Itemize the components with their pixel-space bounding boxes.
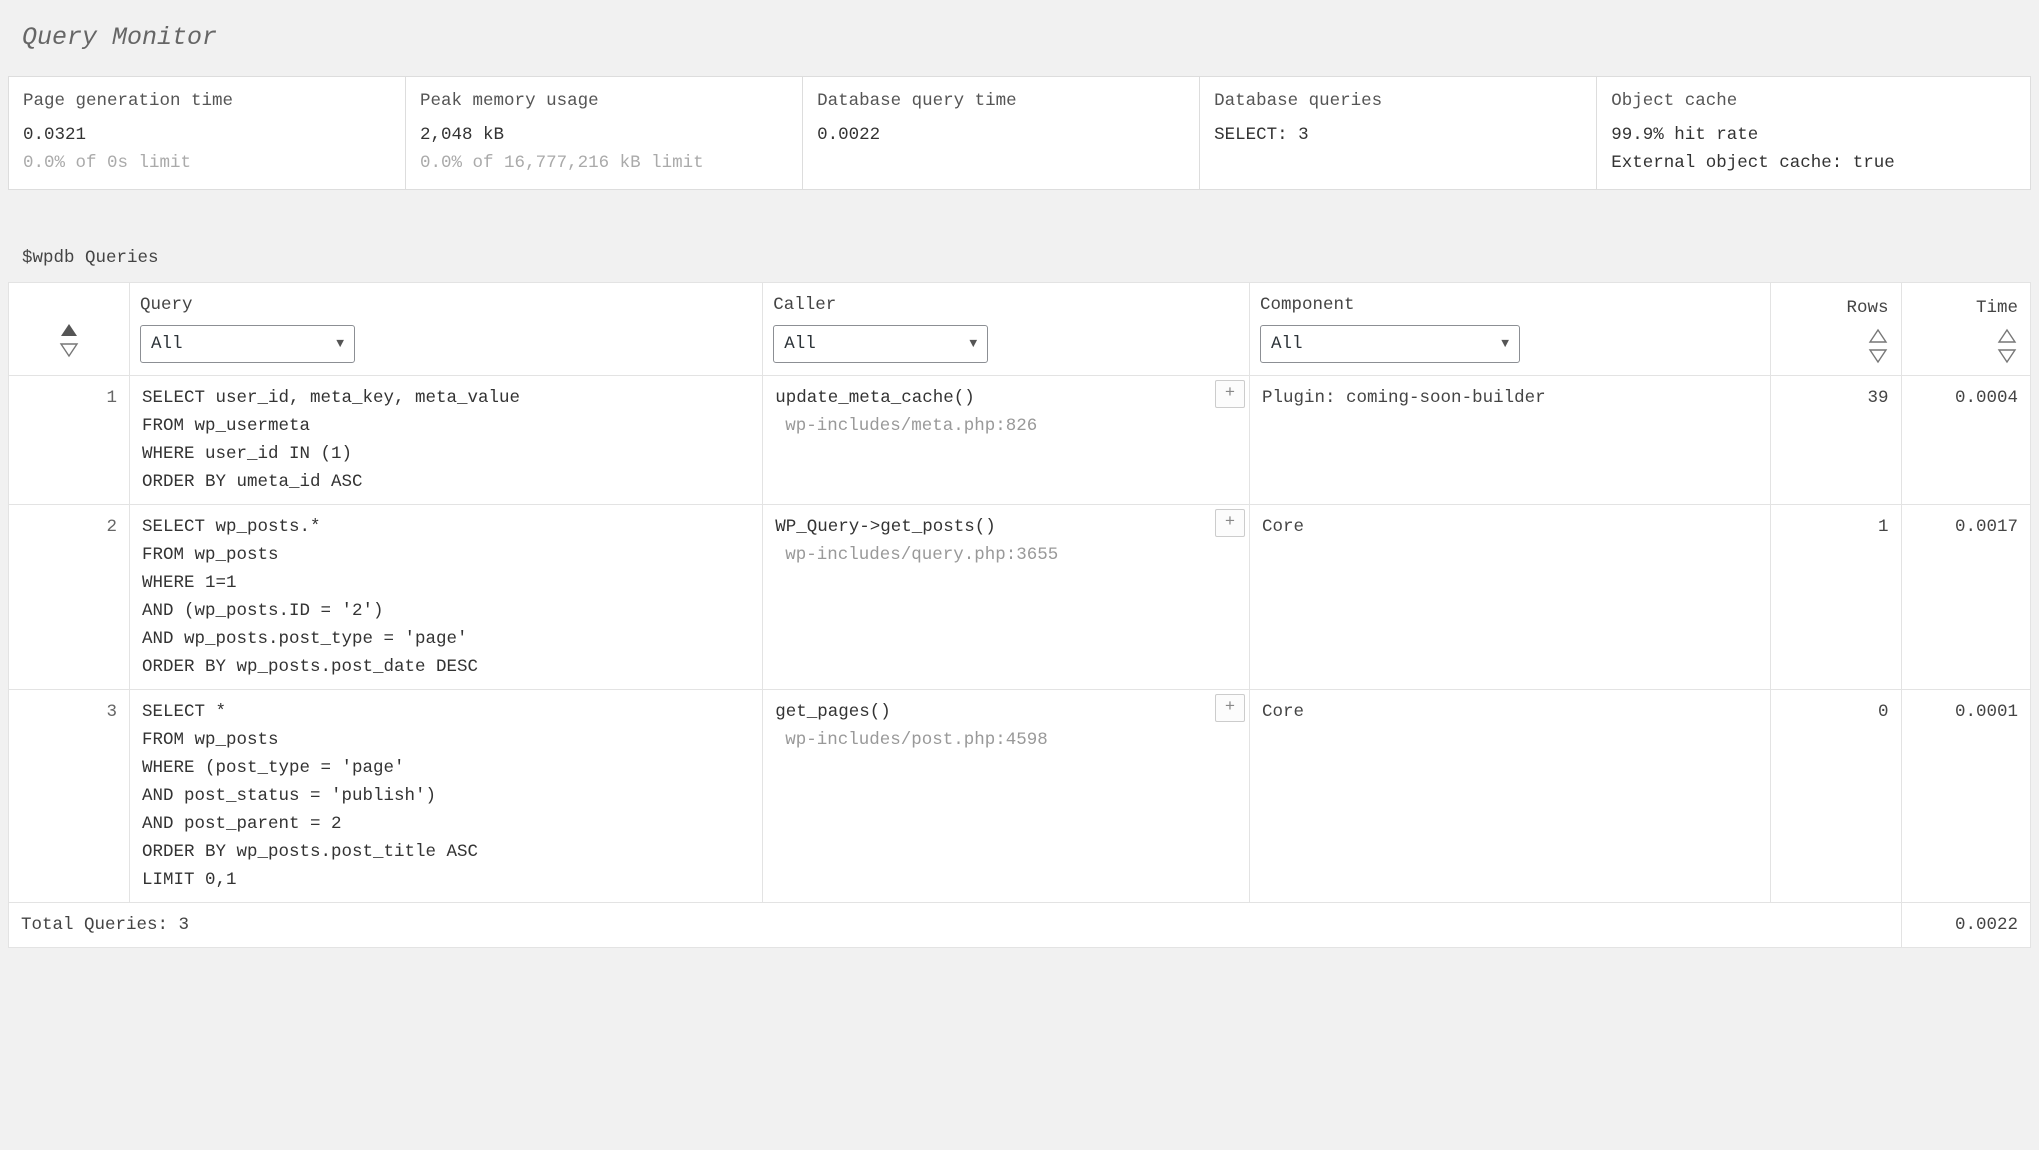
caller-cell: get_pages()wp-includes/post.php:4598 + xyxy=(763,690,1250,903)
summary-value: 99.9% hit rate xyxy=(1611,121,2016,149)
plus-icon: + xyxy=(1225,380,1235,407)
panel-title: Query Monitor xyxy=(8,10,2031,76)
summary-label: Peak memory usage xyxy=(420,87,788,115)
queries-table: Query All ▼ Caller All ▼ Component All ▼ xyxy=(8,282,2031,948)
row-number: 2 xyxy=(9,505,130,690)
plus-icon: + xyxy=(1225,509,1235,536)
caller-function: update_meta_cache() xyxy=(775,384,1205,412)
rows-cell: 0 xyxy=(1770,690,1901,903)
summary-value: 0.0321 xyxy=(23,121,391,149)
caller-file: wp-includes/query.php:3655 xyxy=(775,541,1205,569)
query-cell: SELECT wp_posts.* FROM wp_posts WHERE 1=… xyxy=(130,505,763,690)
row-number: 1 xyxy=(9,376,130,505)
select-value: All xyxy=(784,330,816,358)
caller-file: wp-includes/post.php:4598 xyxy=(775,726,1205,754)
query-sql: SELECT wp_posts.* FROM wp_posts WHERE 1=… xyxy=(142,513,750,681)
expand-caller-button[interactable]: + xyxy=(1215,380,1245,408)
caller-cell: update_meta_cache()wp-includes/meta.php:… xyxy=(763,376,1250,505)
column-label: Caller xyxy=(773,291,1239,319)
sort-arrows-icon xyxy=(58,322,80,358)
filter-caller-select[interactable]: All ▼ xyxy=(773,325,988,363)
chevron-down-icon: ▼ xyxy=(336,334,344,355)
query-cell: SELECT user_id, meta_key, meta_value FRO… xyxy=(130,376,763,505)
sort-arrows-icon xyxy=(1996,328,2018,364)
summary-label: Database query time xyxy=(817,87,1185,115)
summary-sub: 0.0% of 16,777,216 kB limit xyxy=(420,149,788,177)
select-value: All xyxy=(1271,330,1303,358)
row-number: 3 xyxy=(9,690,130,903)
table-footer-row: Total Queries: 3 0.0022 xyxy=(9,903,2031,948)
time-cell: 0.0017 xyxy=(1901,505,2030,690)
chevron-down-icon: ▼ xyxy=(969,334,977,355)
query-cell: SELECT * FROM wp_posts WHERE (post_type … xyxy=(130,690,763,903)
sort-arrows-icon xyxy=(1867,328,1889,364)
column-query: Query All ▼ xyxy=(130,283,763,376)
summary-sub: 0.0% of 0s limit xyxy=(23,149,391,177)
component-cell: Core xyxy=(1250,505,1771,690)
column-label: Time xyxy=(1914,294,2018,322)
sort-by-number[interactable] xyxy=(9,283,130,376)
summary-object-cache: Object cache 99.9% hit rate External obj… xyxy=(1597,77,2030,189)
expand-caller-button[interactable]: + xyxy=(1215,694,1245,722)
column-time[interactable]: Time xyxy=(1901,283,2030,376)
caller-file: wp-includes/meta.php:826 xyxy=(775,412,1205,440)
summary-db-time: Database query time 0.0022 xyxy=(803,77,1200,189)
expand-caller-button[interactable]: + xyxy=(1215,509,1245,537)
component-cell: Core xyxy=(1250,690,1771,903)
select-value: All xyxy=(151,330,183,358)
time-cell: 0.0004 xyxy=(1901,376,2030,505)
summary-label: Page generation time xyxy=(23,87,391,115)
summary-db-queries: Database queries SELECT: 3 xyxy=(1200,77,1597,189)
column-label: Component xyxy=(1260,291,1760,319)
filter-query-select[interactable]: All ▼ xyxy=(140,325,355,363)
column-label: Query xyxy=(140,291,752,319)
caller-function: WP_Query->get_posts() xyxy=(775,513,1205,541)
rows-cell: 39 xyxy=(1770,376,1901,505)
table-row: 3SELECT * FROM wp_posts WHERE (post_type… xyxy=(9,690,2031,903)
summary-page-gen: Page generation time 0.0321 0.0% of 0s l… xyxy=(9,77,406,189)
summary-value: 2,048 kB xyxy=(420,121,788,149)
column-component: Component All ▼ xyxy=(1250,283,1771,376)
component-cell: Plugin: coming-soon-builder xyxy=(1250,376,1771,505)
summary-label: Database queries xyxy=(1214,87,1582,115)
total-time: 0.0022 xyxy=(1901,903,2030,948)
time-cell: 0.0001 xyxy=(1901,690,2030,903)
summary-sub: External object cache: true xyxy=(1611,149,2016,177)
query-sql: SELECT user_id, meta_key, meta_value FRO… xyxy=(142,384,750,496)
total-queries-label: Total Queries: 3 xyxy=(9,903,1902,948)
chevron-down-icon: ▼ xyxy=(1501,334,1509,355)
table-header-row: Query All ▼ Caller All ▼ Component All ▼ xyxy=(9,283,2031,376)
section-header: $wpdb Queries xyxy=(8,234,2031,282)
caller-function: get_pages() xyxy=(775,698,1205,726)
column-rows[interactable]: Rows xyxy=(1770,283,1901,376)
column-label: Rows xyxy=(1783,294,1889,322)
summary-label: Object cache xyxy=(1611,87,2016,115)
rows-cell: 1 xyxy=(1770,505,1901,690)
table-row: 1SELECT user_id, meta_key, meta_value FR… xyxy=(9,376,2031,505)
summary-peak-mem: Peak memory usage 2,048 kB 0.0% of 16,77… xyxy=(406,77,803,189)
caller-cell: WP_Query->get_posts()wp-includes/query.p… xyxy=(763,505,1250,690)
summary-value: SELECT: 3 xyxy=(1214,121,1582,149)
summary-value: 0.0022 xyxy=(817,121,1185,149)
filter-component-select[interactable]: All ▼ xyxy=(1260,325,1520,363)
table-row: 2SELECT wp_posts.* FROM wp_posts WHERE 1… xyxy=(9,505,2031,690)
summary-bar: Page generation time 0.0321 0.0% of 0s l… xyxy=(8,76,2031,190)
plus-icon: + xyxy=(1225,694,1235,721)
query-sql: SELECT * FROM wp_posts WHERE (post_type … xyxy=(142,698,750,894)
column-caller: Caller All ▼ xyxy=(763,283,1250,376)
